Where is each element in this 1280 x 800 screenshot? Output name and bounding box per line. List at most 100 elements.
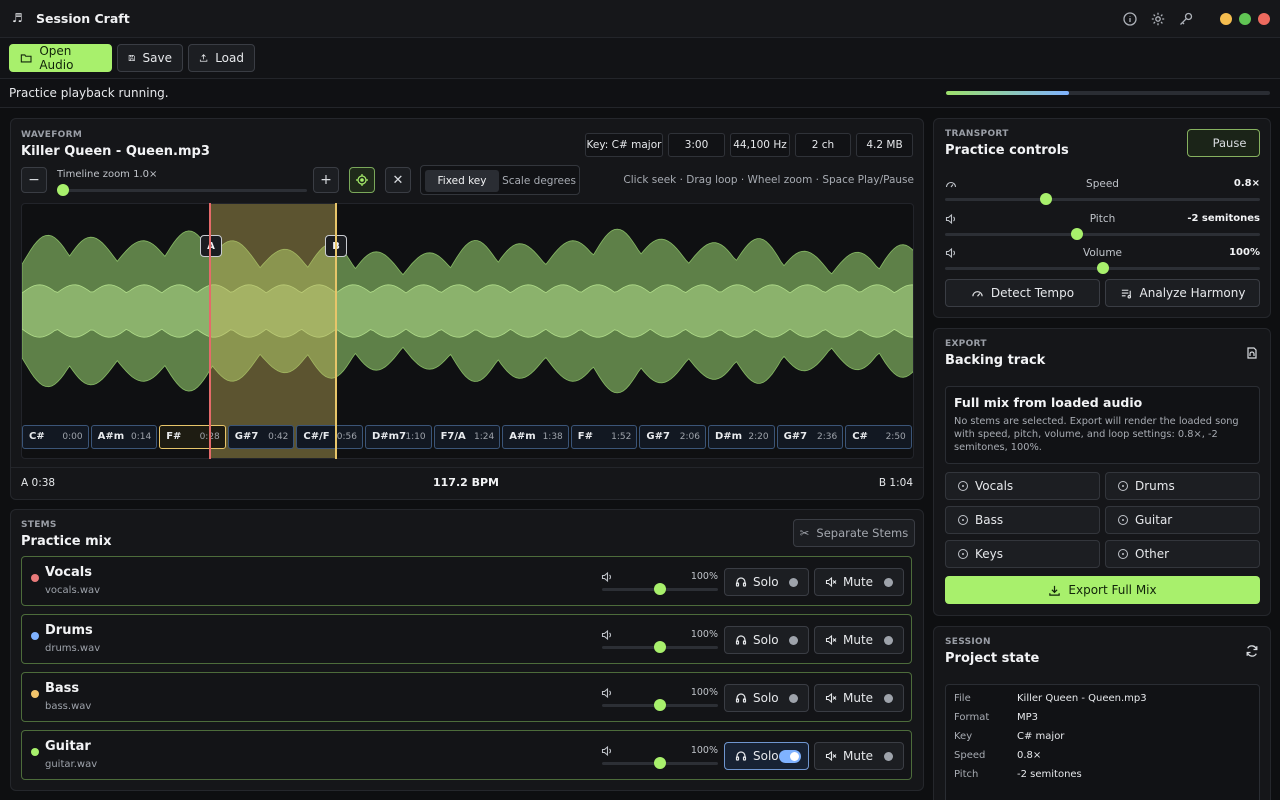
export-stem-vocals[interactable]: Vocals xyxy=(945,472,1100,500)
follow-playhead-button[interactable] xyxy=(349,167,375,193)
clear-loop-button[interactable]: ✕ xyxy=(385,167,411,193)
state-value: Killer Queen - Queen.mp3 xyxy=(1017,693,1147,704)
loop-region[interactable] xyxy=(210,204,336,459)
session-title: Project state xyxy=(945,651,1040,666)
stem-name: Bass xyxy=(45,681,80,696)
solo-button[interactable]: Solo xyxy=(724,626,809,654)
close-icon: ✕ xyxy=(392,172,404,188)
chord-block[interactable]: C# 2:50 xyxy=(845,425,912,449)
chord-block[interactable]: F# 1:52 xyxy=(570,425,638,449)
headphones-icon xyxy=(735,635,747,645)
open-audio-button[interactable]: Open Audio xyxy=(9,44,112,72)
loop-marker-a[interactable]: A xyxy=(200,235,222,257)
detect-tempo-button[interactable]: Detect Tempo xyxy=(945,279,1100,307)
transport-slider-volume: Volume 100% xyxy=(945,247,1260,277)
crosshair-icon xyxy=(356,174,368,186)
export-panel: EXPORT Backing track Full mix from loade… xyxy=(933,328,1271,616)
close-dot[interactable] xyxy=(1258,13,1270,25)
chord-block[interactable]: D#m7 1:10 xyxy=(365,425,432,449)
slider-track[interactable] xyxy=(945,198,1260,201)
solo-label: Solo xyxy=(753,575,779,589)
full-mix-title: Full mix from loaded audio xyxy=(954,395,1143,410)
load-button[interactable]: Load xyxy=(188,44,255,72)
speaker-mute-icon xyxy=(825,634,837,646)
stem-volume-thumb[interactable] xyxy=(654,699,666,711)
export-stem-bass[interactable]: Bass xyxy=(945,506,1100,534)
mute-button[interactable]: Mute xyxy=(814,684,904,712)
status-bar: Practice playback running. xyxy=(0,79,1280,108)
mute-button[interactable]: Mute xyxy=(814,568,904,596)
scissors-icon: ✂ xyxy=(799,526,810,540)
zoom-slider-thumb[interactable] xyxy=(57,184,69,196)
minimize-dot[interactable] xyxy=(1220,13,1232,25)
chord-name: F7/A xyxy=(440,431,466,442)
slider-track[interactable] xyxy=(945,232,1260,236)
refresh-icon[interactable] xyxy=(1245,644,1259,658)
zoom-in-button[interactable]: + xyxy=(313,167,339,193)
save-button[interactable]: Save xyxy=(117,44,183,72)
solo-button[interactable]: Solo xyxy=(724,568,809,596)
chord-block[interactable]: D#m 2:20 xyxy=(708,425,775,449)
slider-value: -2 semitones xyxy=(1187,212,1260,224)
stem-color-dot xyxy=(31,748,39,756)
chord-block[interactable]: G#7 2:06 xyxy=(639,425,706,449)
maximize-dot[interactable] xyxy=(1239,13,1251,25)
key-mode-fixed[interactable]: Fixed key xyxy=(425,170,499,192)
export-stem-label: Other xyxy=(1135,547,1170,561)
state-value: 0.8× xyxy=(1017,750,1042,761)
stem-volume-thumb[interactable] xyxy=(654,641,666,653)
gear-icon[interactable] xyxy=(1150,11,1166,27)
stem-row: Bass bass.wav 100% Solo Mute xyxy=(21,672,912,722)
slider-thumb[interactable] xyxy=(1097,262,1109,274)
chord-block[interactable]: A#m 1:38 xyxy=(502,425,569,449)
chord-block[interactable]: C#/F 0:56 xyxy=(296,425,363,449)
divider xyxy=(11,467,923,468)
stems-title: Practice mix xyxy=(21,534,112,549)
zoom-out-button[interactable]: − xyxy=(21,167,47,193)
stem-volume-thumb[interactable] xyxy=(654,583,666,595)
waveform-canvas[interactable] xyxy=(21,203,914,459)
session-panel: SESSION Project state File Killer Queen -… xyxy=(933,626,1271,800)
chord-block[interactable]: F#0:28 xyxy=(159,425,226,449)
chord-block[interactable]: G#7 0:42 xyxy=(227,425,295,449)
analyze-harmony-button[interactable]: Analyze Harmony xyxy=(1105,279,1260,307)
mute-button[interactable]: Mute xyxy=(814,626,904,654)
mute-indicator xyxy=(884,752,893,761)
slider-value: 100% xyxy=(1229,247,1260,258)
mute-label: Mute xyxy=(843,575,874,589)
stem-file: bass.wav xyxy=(45,701,92,712)
info-icon[interactable] xyxy=(1122,11,1138,27)
export-stem-guitar[interactable]: Guitar xyxy=(1105,506,1260,534)
key-mode-degrees[interactable]: Scale degrees xyxy=(501,170,577,192)
pause-button[interactable]: Pause xyxy=(1187,129,1260,157)
key-icon[interactable] xyxy=(1178,11,1194,27)
transport-slider-speed: Speed 0.8× xyxy=(945,178,1260,208)
transport-title: Practice controls xyxy=(945,143,1069,158)
solo-button[interactable]: Solo xyxy=(724,742,809,770)
chord-block[interactable]: C# 0:00 xyxy=(22,425,89,449)
headphones-file-icon[interactable] xyxy=(1245,346,1259,360)
zoom-slider[interactable] xyxy=(57,189,307,192)
slider-thumb[interactable] xyxy=(1040,193,1052,205)
export-stem-drums[interactable]: Drums xyxy=(1105,472,1260,500)
export-stem-other[interactable]: Other xyxy=(1105,540,1260,568)
export-eyebrow: EXPORT xyxy=(945,339,987,349)
solo-button[interactable]: Solo xyxy=(724,684,809,712)
key-mode-toggle: Fixed key Scale degrees xyxy=(420,165,580,195)
solo-label: Solo xyxy=(753,691,779,705)
slider-thumb[interactable] xyxy=(1071,227,1083,240)
stem-color-dot xyxy=(31,632,39,640)
state-value: C# major xyxy=(1017,731,1065,742)
mute-button[interactable]: Mute xyxy=(814,742,904,770)
chord-block[interactable]: A#m 0:14 xyxy=(90,425,158,449)
chord-name: A#m xyxy=(97,431,125,442)
export-stem-keys[interactable]: Keys xyxy=(945,540,1100,568)
export-full-mix-button[interactable]: Export Full Mix xyxy=(945,576,1260,604)
stem-color-dot xyxy=(31,690,39,698)
stem-volume-thumb[interactable] xyxy=(654,757,666,769)
chord-block[interactable]: F7/A 1:24 xyxy=(433,425,501,449)
full-mix-info: Full mix from loaded audio No stems are … xyxy=(945,386,1260,464)
speaker-icon xyxy=(945,247,957,259)
chord-block[interactable]: G#7 2:36 xyxy=(776,425,844,449)
separate-stems-button[interactable]: ✂ Separate Stems xyxy=(793,519,915,547)
